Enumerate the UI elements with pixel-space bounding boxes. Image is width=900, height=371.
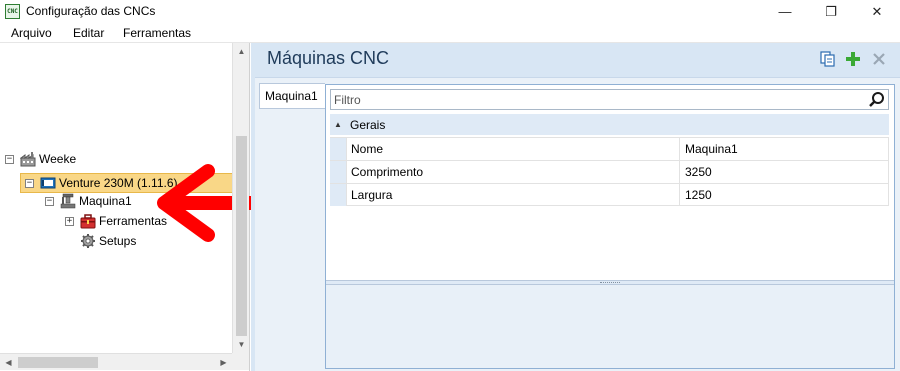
tree-node-maquina1[interactable]: − Maquina1 xyxy=(45,191,132,211)
property-name: Largura xyxy=(346,184,680,206)
factory-icon xyxy=(20,152,36,167)
property-row[interactable]: Largura 1250 xyxy=(330,183,889,206)
close-button[interactable]: ✕ xyxy=(854,0,900,23)
collapse-icon[interactable]: ▲ xyxy=(330,120,346,129)
close-icon xyxy=(873,53,885,65)
cnc-machine-icon xyxy=(40,177,56,189)
toolbox-icon xyxy=(80,214,96,229)
row-gutter xyxy=(330,138,346,160)
tree-node-label: Weeke xyxy=(39,152,77,166)
collapse-toggle[interactable]: − xyxy=(25,178,34,188)
property-value[interactable]: 1250 xyxy=(681,184,889,206)
copy-button[interactable] xyxy=(818,49,838,69)
scroll-left-arrow[interactable]: ◀ xyxy=(0,354,17,371)
property-name: Nome xyxy=(346,138,680,160)
menu-ferramentas[interactable]: Ferramentas xyxy=(123,26,191,40)
gear-icon xyxy=(81,234,95,248)
menu-bar: Arquivo Editar Ferramentas xyxy=(0,23,900,43)
add-button[interactable] xyxy=(843,49,863,69)
scroll-thumb[interactable] xyxy=(236,136,247,336)
property-row[interactable]: Comprimento 3250 xyxy=(330,160,889,183)
scroll-down-arrow[interactable]: ▼ xyxy=(233,336,250,353)
group-label: Gerais xyxy=(350,117,386,132)
property-group-gerais[interactable]: ▲ Gerais xyxy=(330,114,889,135)
main-pane: Máquinas CNC Maquina1 Filtro ▲ Gerais No… xyxy=(251,43,900,371)
scroll-thumb[interactable] xyxy=(18,357,98,368)
row-gutter xyxy=(330,161,346,183)
window-title: Configuração das CNCs xyxy=(26,4,156,18)
scroll-corner xyxy=(232,353,249,370)
plus-icon xyxy=(846,52,860,66)
main-content: Maquina1 ▲ Gerais Nome Maquina1 Comp xyxy=(255,77,900,371)
page-title: Máquinas CNC xyxy=(267,48,390,68)
machine-tool-icon xyxy=(60,193,76,209)
filter-box xyxy=(330,89,889,110)
search-icon[interactable] xyxy=(868,91,886,109)
scroll-right-arrow[interactable]: ▶ xyxy=(215,354,232,371)
tree-node-label: Maquina1 xyxy=(79,194,132,208)
collapse-toggle[interactable]: − xyxy=(5,154,14,164)
app-icon: CNC xyxy=(5,4,20,19)
minimize-button[interactable]: — xyxy=(762,0,808,23)
splitter-grip[interactable] xyxy=(600,282,620,283)
title-bar: CNC Configuração das CNCs — ❐ ✕ xyxy=(0,0,900,23)
property-value[interactable]: Maquina1 xyxy=(681,138,889,160)
property-row[interactable]: Nome Maquina1 xyxy=(330,137,889,160)
property-value[interactable]: 3250 xyxy=(681,161,889,183)
tree-node-weeke[interactable]: − Weeke xyxy=(5,149,76,169)
filter-input[interactable] xyxy=(331,90,851,109)
delete-button[interactable] xyxy=(869,49,889,69)
scroll-up-arrow[interactable]: ▲ xyxy=(233,43,250,60)
property-panel: ▲ Gerais Nome Maquina1 Comprimento 3250 … xyxy=(325,84,895,369)
tree-pane: − Weeke − Venture 230M (1.11.6) − Maquin… xyxy=(0,43,305,371)
expand-toggle[interactable]: + xyxy=(65,216,74,226)
copy-icon xyxy=(820,51,835,67)
main-header: Máquinas CNC xyxy=(251,43,900,75)
tab-maquina1[interactable]: Maquina1 xyxy=(259,83,325,109)
menu-arquivo[interactable]: Arquivo xyxy=(11,26,52,40)
tree-node-label: Setups xyxy=(99,234,137,248)
tree-vertical-scrollbar[interactable]: ▲ ▼ xyxy=(232,43,249,353)
tree-node-setups[interactable]: Setups xyxy=(80,231,136,251)
property-name: Comprimento xyxy=(346,161,680,183)
menu-editar[interactable]: Editar xyxy=(73,26,104,40)
row-gutter xyxy=(330,184,346,206)
description-area xyxy=(326,285,894,368)
tree-horizontal-scrollbar[interactable]: ◀ ▶ xyxy=(0,353,232,370)
collapse-toggle[interactable]: − xyxy=(45,196,54,206)
maximize-button[interactable]: ❐ xyxy=(808,0,854,23)
